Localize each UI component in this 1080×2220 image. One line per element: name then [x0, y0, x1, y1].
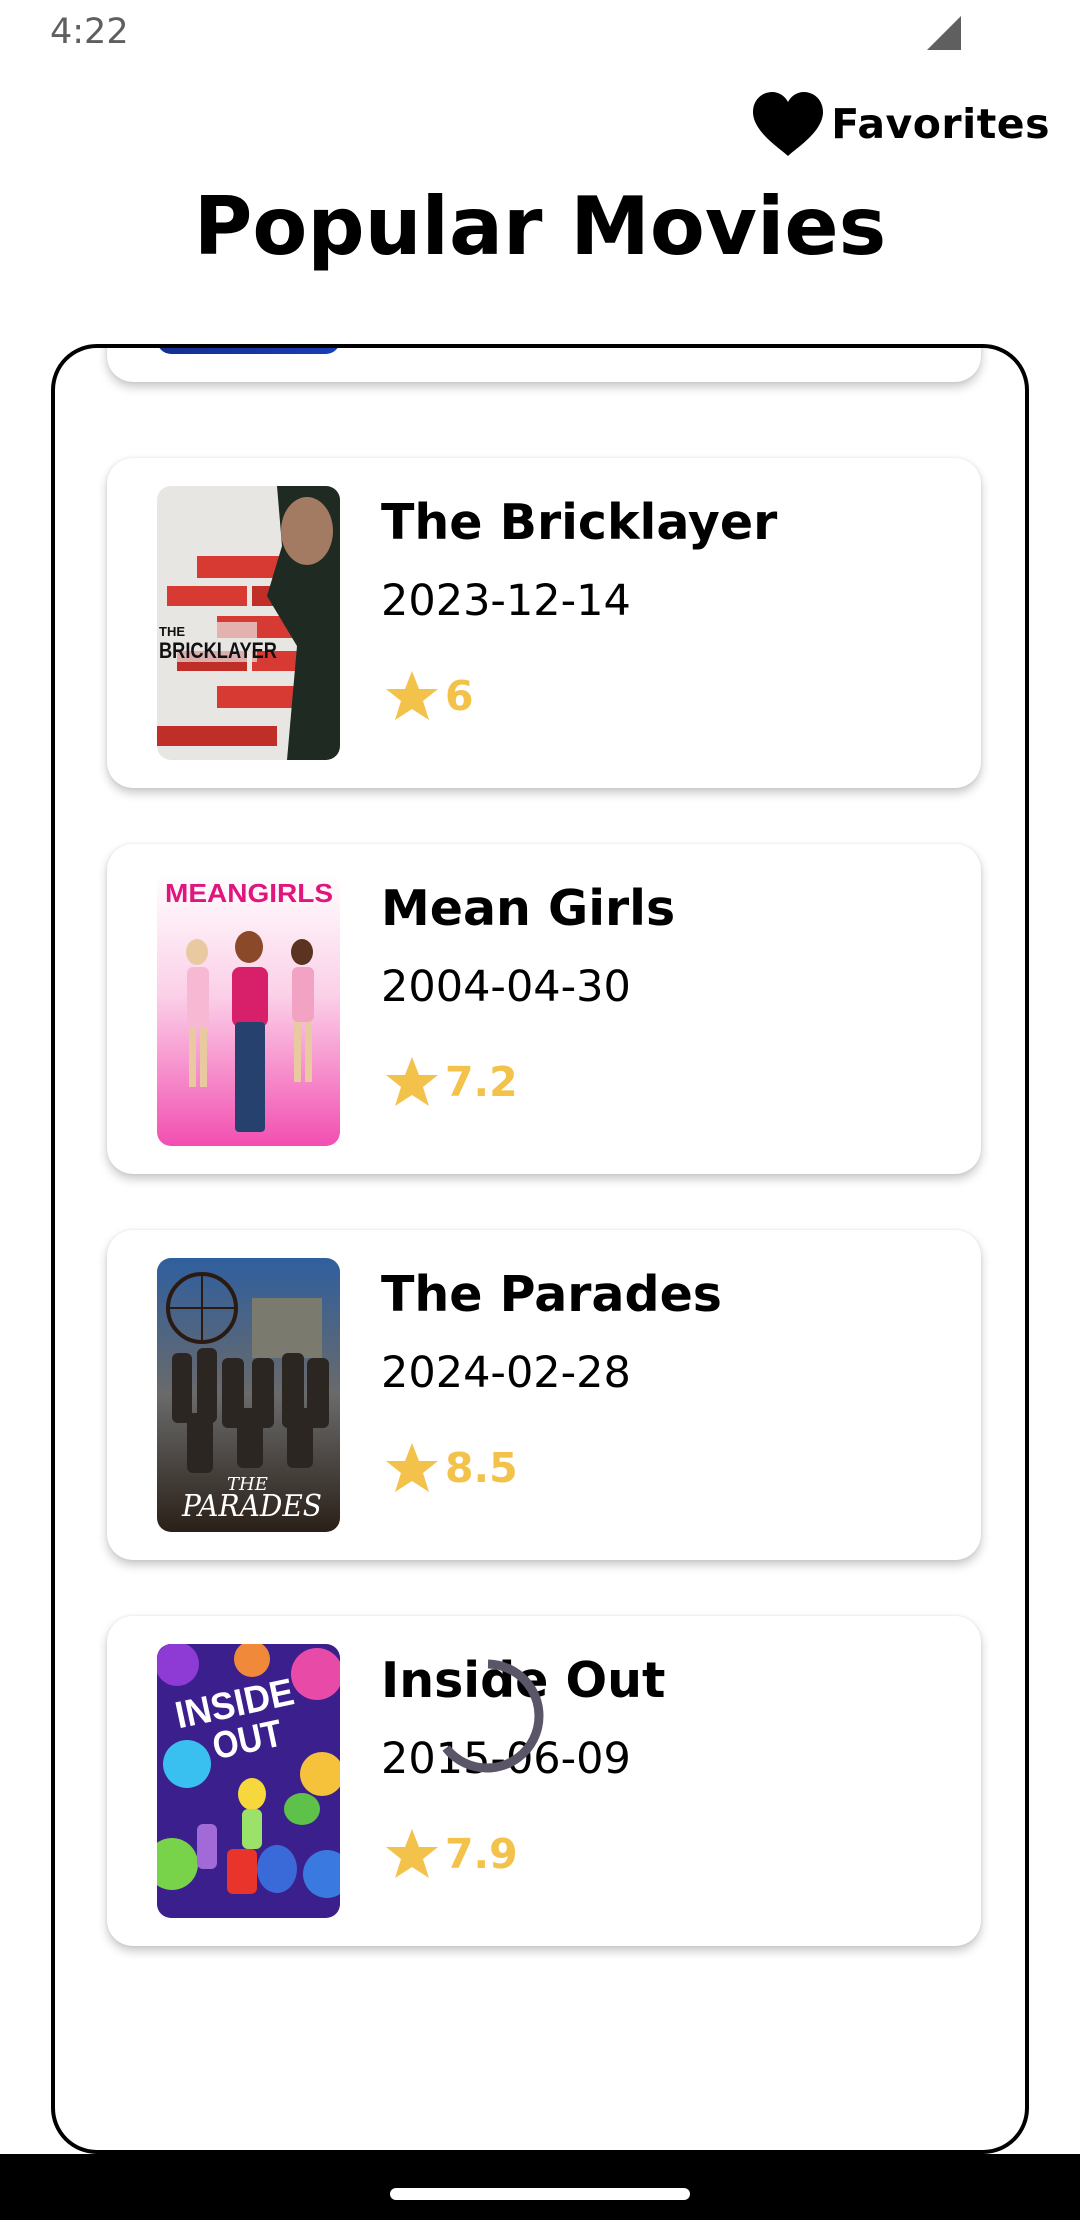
movie-rating: 7.9 [383, 1826, 518, 1882]
svg-text:PARADES: PARADES [181, 1489, 322, 1524]
star-icon [386, 1057, 438, 1106]
mean-girls-poster: MEANGIRLS [157, 872, 340, 1146]
favorites-label: Favorites [831, 100, 1050, 148]
movie-card[interactable]: THE PARADES The Parades 2024-02-28 8.5 [107, 1230, 981, 1560]
rating-value: 7.9 [445, 1830, 518, 1878]
movie-rating: 8.5 [383, 1440, 518, 1496]
rating-value: 6 [445, 672, 474, 720]
svg-text:THE: THE [159, 624, 185, 639]
home-gesture-handle[interactable] [390, 2188, 690, 2200]
signal-icon [927, 16, 961, 50]
movie-card[interactable]: THE BRICKLAYER The Bricklayer 2023-12-14… [107, 458, 981, 788]
movie-card[interactable]: MEANGIRLS Mean Girls 2004-04-30 7.2 [107, 844, 981, 1174]
svg-text:BRICKLAYER: BRICKLAYER [159, 638, 277, 663]
star-icon [386, 1443, 438, 1492]
movie-card-partial[interactable] [107, 348, 981, 382]
movie-release-date: 2004-04-30 [381, 962, 631, 1012]
movie-rating: 6 [383, 668, 474, 724]
bricklayer-poster: THE BRICKLAYER [157, 486, 340, 760]
favorites-button[interactable]: Favorites [751, 88, 1050, 160]
movie-title: The Parades [381, 1266, 722, 1323]
loading-spinner-icon [442, 1659, 544, 1773]
inside-out-poster: INSIDE OUT [157, 1644, 340, 1918]
svg-text:MEANGIRLS: MEANGIRLS [165, 878, 333, 908]
system-navigation-bar [0, 2154, 1080, 2220]
rating-value: 8.5 [445, 1444, 518, 1492]
movie-title: The Bricklayer [381, 494, 778, 551]
star-icon [386, 671, 438, 720]
star-icon [386, 1829, 438, 1878]
page-title: Popular Movies [193, 180, 887, 273]
heart-icon [753, 92, 824, 156]
movie-list[interactable]: THE BRICKLAYER The Bricklayer 2023-12-14… [51, 344, 1029, 2154]
status-time: 4:22 [50, 12, 129, 52]
the-parades-poster: THE PARADES [157, 1258, 340, 1532]
movie-title: Mean Girls [381, 880, 676, 937]
rating-value: 7.2 [445, 1058, 518, 1106]
movie-rating: 7.2 [383, 1054, 518, 1110]
status-bar: 4:22 [0, 0, 1080, 70]
movie-release-date: 2024-02-28 [381, 1348, 631, 1398]
poster-partial [157, 348, 340, 354]
movie-release-date: 2023-12-14 [381, 576, 631, 626]
